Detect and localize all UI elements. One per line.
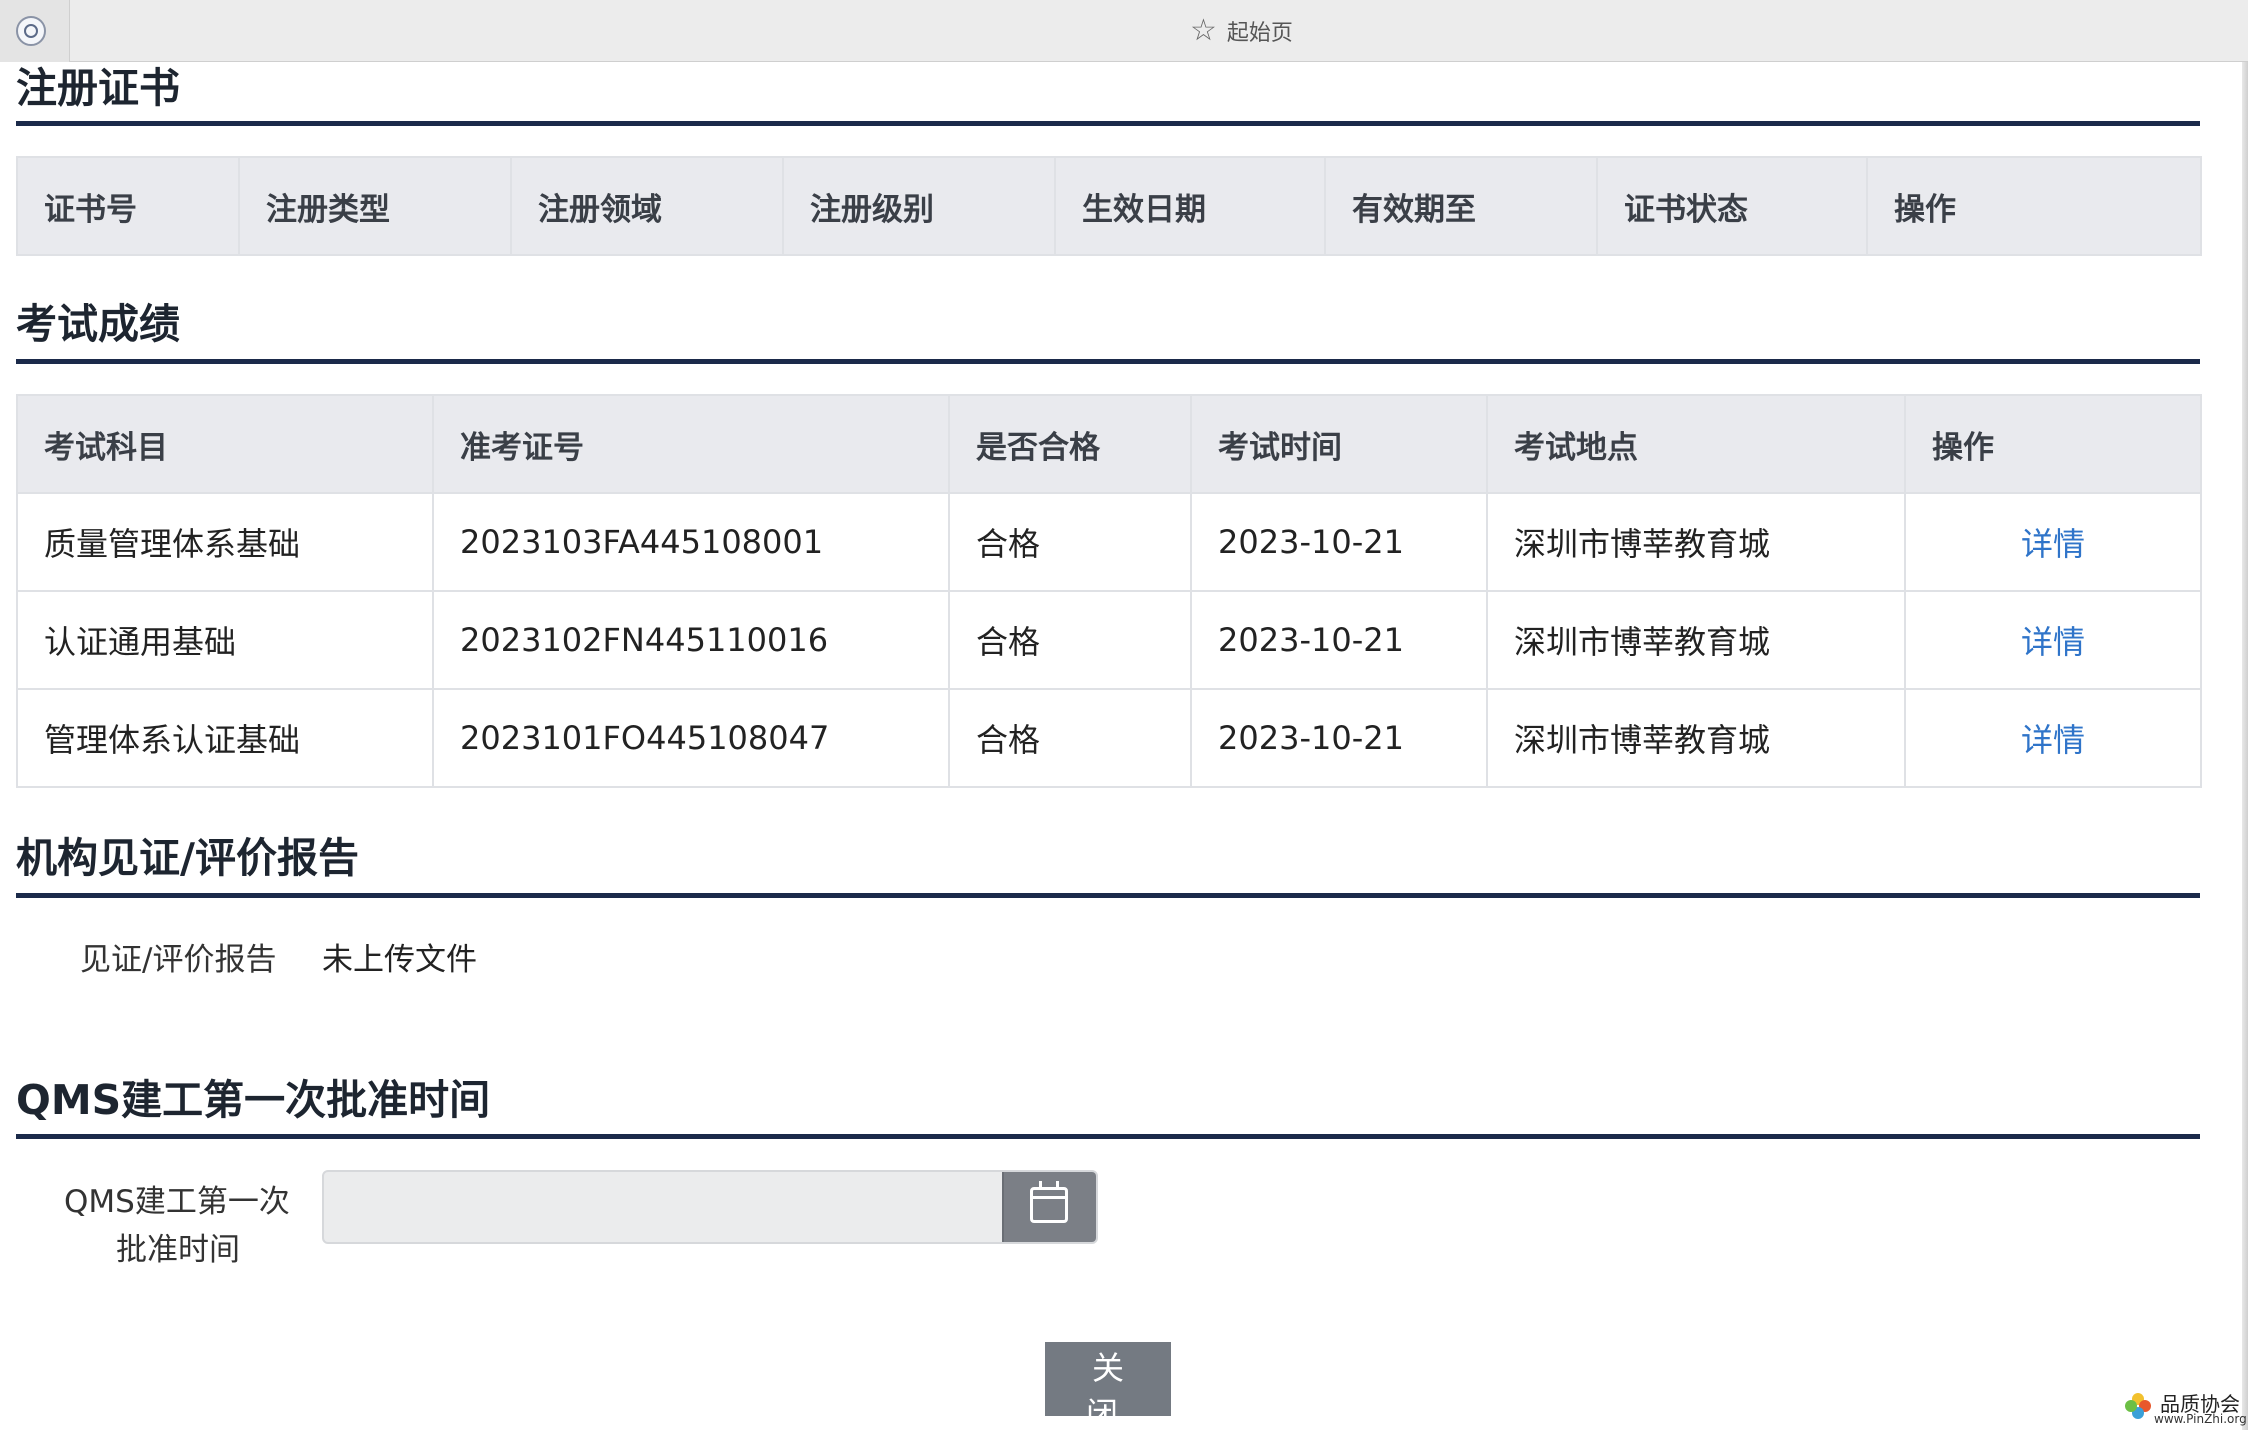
report-label: 见证/评价报告 [80,942,277,978]
section-rule [16,893,2200,898]
cell-passed: 合格 [948,688,1192,788]
cell-location: 深圳市博莘教育城 [1486,492,1906,592]
table-row: 管理体系认证基础 2023101FO445108047 合格 2023-10-2… [16,688,2202,788]
details-link[interactable]: 详情 [2021,623,2085,661]
pinned-tab[interactable] [0,0,70,62]
approval-date-input[interactable] [324,1172,1004,1242]
column-header: 注册类型 [238,156,512,256]
cell-subject: 认证通用基础 [16,590,434,690]
cell-date: 2023-10-21 [1190,688,1488,788]
section-title-exam: 考试成绩 [16,300,180,348]
cell-action: 详情 [1904,688,2202,788]
table-header-row: 考试科目 准考证号 是否合格 考试时间 考试地点 操作 [16,394,2202,494]
section-rule [16,121,2200,126]
column-header: 操作 [1904,394,2202,494]
cell-passed: 合格 [948,492,1192,592]
cell-subject: 管理体系认证基础 [16,688,434,788]
column-header: 准考证号 [432,394,950,494]
calendar-button[interactable] [1002,1172,1096,1242]
watermark: 品质协会 www.PinZhi.org [2120,1388,2247,1428]
column-header: 注册领域 [510,156,784,256]
column-header: 考试科目 [16,394,434,494]
cell-action: 详情 [1904,492,2202,592]
column-header: 是否合格 [948,394,1192,494]
qms-label-line1: QMS建工第一次 [64,1184,290,1220]
column-header: 操作 [1866,156,2202,256]
cell-date: 2023-10-21 [1190,492,1488,592]
cell-location: 深圳市博莘教育城 [1486,688,1906,788]
cell-ticket: 2023102FN445110016 [432,590,950,690]
table-row: 质量管理体系基础 2023103FA445108001 合格 2023-10-2… [16,492,2202,592]
approval-date-picker [322,1170,1098,1244]
column-header: 考试时间 [1190,394,1488,494]
cell-date: 2023-10-21 [1190,590,1488,690]
section-rule [16,359,2200,364]
table-row: 认证通用基础 2023102FN445110016 合格 2023-10-21 … [16,590,2202,690]
cell-passed: 合格 [948,590,1192,690]
table-header-row: 证书号 注册类型 注册领域 注册级别 生效日期 有效期至 证书状态 操作 [16,156,2202,256]
column-header: 证书号 [16,156,240,256]
section-title-report: 机构见证/评价报告 [16,834,359,882]
close-button[interactable]: 关 闭 [1045,1342,1171,1433]
exam-table: 考试科目 准考证号 是否合格 考试时间 考试地点 操作 质量管理体系基础 202… [16,394,2202,788]
section-title-registration: 注册证书 [16,64,180,112]
tab-title: 起始页 [1226,21,1293,46]
cell-location: 深圳市博莘教育城 [1486,590,1906,690]
column-header: 有效期至 [1324,156,1598,256]
registration-table: 证书号 注册类型 注册领域 注册级别 生效日期 有效期至 证书状态 操作 [16,156,2202,256]
column-header: 证书状态 [1596,156,1868,256]
details-link[interactable]: 详情 [2021,721,2085,759]
tab-title-area[interactable]: ☆ 起始页 [1190,14,1293,48]
cell-subject: 质量管理体系基础 [16,492,434,592]
details-link[interactable]: 详情 [2021,525,2085,563]
cell-action: 详情 [1904,590,2202,690]
column-header: 注册级别 [782,156,1056,256]
section-title-qms: QMS建工第一次批准时间 [16,1076,491,1124]
flower-logo-icon [2125,1393,2151,1419]
column-header: 生效日期 [1054,156,1326,256]
column-header: 考试地点 [1486,394,1906,494]
report-status: 未上传文件 [322,942,477,978]
section-rule [16,1134,2200,1139]
cell-ticket: 2023103FA445108001 [432,492,950,592]
scrollbar-gutter [2242,62,2248,1430]
qms-label-line2: 批准时间 [116,1232,240,1268]
watermark-url: www.PinZhi.org [2154,1412,2247,1426]
site-logo-icon [16,16,46,46]
cell-ticket: 2023101FO445108047 [432,688,950,788]
browser-toolbar: ☆ 起始页 [0,0,2248,62]
calendar-icon [1030,1181,1068,1223]
star-icon[interactable]: ☆ [1190,16,1217,46]
